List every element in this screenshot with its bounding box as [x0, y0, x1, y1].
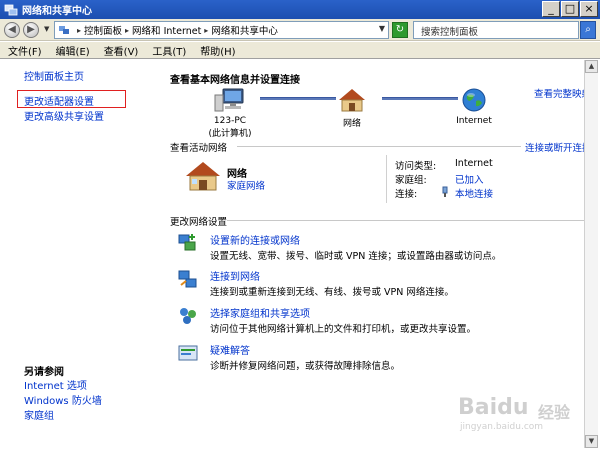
task-description: 连接到或重新连接到无线、有线、拨号或 VPN 网络连接。: [210, 287, 454, 298]
change-adapter-settings-link[interactable]: 更改适配器设置: [24, 93, 94, 108]
node-this-computer[interactable]: 123-PC (此计算机): [200, 87, 260, 139]
search-icon[interactable]: ⌕: [580, 21, 596, 39]
task-description: 设置无线、宽带、拨号、临时或 VPN 连接；或设置路由器或访问点。: [210, 251, 502, 262]
task-troubleshoot[interactable]: 疑难解答 诊断并修复网络问题，或获得故障排除信息。: [178, 342, 401, 372]
breadcrumb-separator-icon: ▸: [204, 25, 209, 35]
prop-homegroup-value[interactable]: 已加入: [455, 172, 484, 186]
menu-tools[interactable]: 工具(T): [152, 43, 186, 58]
troubleshoot-icon: [177, 342, 199, 364]
main-content: 查看基本网络信息并设置连接 查看完整映射 123-PC (此计算机) 网络 In…: [150, 60, 596, 448]
address-box[interactable]: ▸ 控制面板 ▸ 网络和 Internet ▸ 网络和共享中心 ▼: [54, 21, 389, 39]
internet-options-link[interactable]: Internet 选项: [24, 377, 87, 392]
recent-pages-dropdown[interactable]: ▼: [44, 25, 49, 33]
home-network-icon: [337, 89, 367, 116]
breadcrumb-network-sharing[interactable]: 网络和共享中心: [211, 23, 278, 37]
globe-icon: [461, 88, 487, 116]
watermark-brand: Baidu: [458, 395, 529, 420]
node-computer-name: 123-PC: [213, 116, 247, 126]
title-bar: 网络和共享中心 _ □ ×: [0, 0, 600, 19]
address-dropdown-icon[interactable]: ▼: [379, 24, 385, 33]
search-input[interactable]: 搜索控制面板: [413, 21, 579, 39]
forward-button[interactable]: ▶: [23, 22, 39, 38]
task-connect-network[interactable]: 连接到网络 连接到或重新连接到无线、有线、拨号或 VPN 网络连接。: [178, 268, 454, 298]
node-computer-sub: (此计算机): [208, 129, 252, 139]
watermark-url: jingyan.baidu.com: [460, 422, 544, 432]
breadcrumb-control-panel[interactable]: 控制面板: [84, 23, 122, 37]
back-button[interactable]: ◀: [4, 22, 20, 38]
breadcrumb-network-internet[interactable]: 网络和 Internet: [132, 23, 201, 37]
vertical-divider: [386, 155, 387, 203]
prop-access-type-label: 访问类型:: [395, 161, 437, 172]
menu-view[interactable]: 查看(V): [104, 43, 139, 58]
menu-edit[interactable]: 编辑(E): [56, 43, 90, 58]
breadcrumb-separator-icon: ▸: [77, 25, 82, 35]
task-title[interactable]: 疑难解答: [210, 342, 400, 357]
change-settings-heading: 更改网络设置: [170, 217, 228, 228]
window-title: 网络和共享中心: [22, 6, 92, 17]
prop-connection-label: 连接:: [395, 189, 418, 200]
task-setup-connection[interactable]: 设置新的连接或网络 设置无线、宽带、拨号、临时或 VPN 连接；或设置路由器或访…: [178, 232, 502, 262]
task-title[interactable]: 选择家庭组和共享选项: [210, 305, 476, 320]
node-network[interactable]: 网络: [328, 87, 376, 129]
minimize-button[interactable]: _: [542, 1, 560, 17]
network-location-icon: [58, 24, 70, 36]
scroll-up-icon[interactable]: ▲: [585, 60, 598, 73]
connect-disconnect-link[interactable]: 连接或断开连接: [525, 140, 592, 154]
menu-file[interactable]: 文件(F): [8, 43, 42, 58]
connection-line: [260, 97, 336, 100]
page-title: 查看基本网络信息并设置连接: [170, 75, 300, 86]
change-advanced-sharing-link[interactable]: 更改高级共享设置: [24, 108, 104, 123]
prop-connection-value[interactable]: 本地连接: [455, 186, 493, 200]
node-internet-name: Internet: [456, 116, 492, 126]
maximize-button[interactable]: □: [561, 1, 579, 17]
connect-network-icon: [177, 268, 199, 290]
address-toolbar: ◀ ▶ ▼ ▸ 控制面板 ▸ 网络和 Internet ▸ 网络和共享中心 ▼ …: [0, 19, 600, 41]
windows-firewall-link[interactable]: Windows 防火墙: [24, 392, 102, 407]
homegroup-link[interactable]: 家庭组: [24, 407, 54, 422]
left-pane: 控制面板主页 更改适配器设置 更改高级共享设置 另请参阅 Internet 选项…: [0, 60, 150, 448]
local-connection-icon: [440, 186, 450, 201]
node-network-name: 网络: [342, 119, 361, 129]
section-divider: [237, 146, 521, 147]
task-description: 诊断并修复网络问题，或获得故障排除信息。: [210, 361, 401, 372]
network-center-icon: [4, 4, 18, 16]
menu-bar: 文件(F) 编辑(E) 查看(V) 工具(T) 帮助(H): [0, 42, 600, 59]
home-network-icon: [184, 160, 222, 195]
network-type-link[interactable]: 家庭网络: [227, 178, 265, 192]
task-title[interactable]: 设置新的连接或网络: [210, 232, 501, 247]
task-homegroup-sharing[interactable]: 选择家庭组和共享选项 访问位于其他网络计算机上的文件和打印机，或更改共享设置。: [180, 305, 477, 335]
prop-homegroup-label: 家庭组:: [395, 175, 427, 186]
control-panel-home-link[interactable]: 控制面板主页: [24, 68, 84, 83]
menu-help[interactable]: 帮助(H): [200, 43, 235, 58]
watermark-sub: 经验: [538, 403, 571, 422]
connection-line: [382, 97, 458, 100]
see-also-heading: 另请参阅: [24, 367, 64, 378]
close-button[interactable]: ×: [580, 1, 598, 17]
baidu-watermark: Baidu 经验 jingyan.baidu.com: [458, 395, 588, 435]
prop-access-type-value: Internet: [455, 158, 493, 169]
breadcrumb-separator-icon: ▸: [125, 25, 130, 35]
new-connection-icon: [177, 232, 199, 254]
homegroup-icon: [177, 305, 199, 327]
scroll-down-icon[interactable]: ▼: [585, 435, 598, 448]
section-divider: [227, 220, 589, 221]
view-full-map-link[interactable]: 查看完整映射: [534, 86, 591, 100]
node-internet[interactable]: Internet: [450, 87, 498, 126]
active-networks-heading: 查看活动网络: [170, 143, 228, 154]
vertical-scrollbar[interactable]: ▲ ▼: [584, 60, 598, 448]
task-title[interactable]: 连接到网络: [210, 268, 454, 283]
refresh-button[interactable]: ↻: [392, 22, 408, 38]
task-description: 访问位于其他网络计算机上的文件和打印机，或更改共享设置。: [210, 324, 477, 335]
